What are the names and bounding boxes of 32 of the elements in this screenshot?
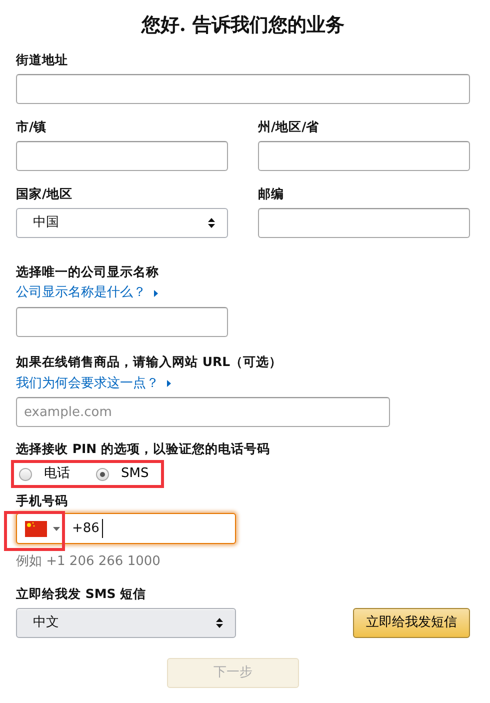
field-label: 国家/地区 <box>16 186 73 202</box>
caret-icon[interactable] <box>53 526 60 530</box>
phone-input[interactable]: +86 <box>16 513 236 544</box>
up-down-icon <box>216 618 223 628</box>
street-input[interactable] <box>16 74 470 104</box>
radio-option[interactable]: SMS <box>96 464 149 484</box>
field-label: 如果在线销售商品，请输入网站 URL（可选） <box>16 354 282 370</box>
country-select[interactable]: 中国 <box>16 208 228 238</box>
region-input[interactable] <box>258 141 470 171</box>
hint-text: 例如 +1 206 266 1000 <box>16 553 160 571</box>
postal-input[interactable] <box>258 208 470 238</box>
language-select[interactable]: 中文 <box>16 608 236 638</box>
field-label: 州/地区/省 <box>258 119 320 135</box>
help-link[interactable]: 公司显示名称是什么？ <box>16 284 158 302</box>
field-label: 手机号码 <box>16 493 68 509</box>
radio-option[interactable]: 电话 <box>19 464 70 484</box>
arrow-icon <box>167 380 171 387</box>
send-sms-button[interactable]: 立即给我发短信 <box>353 608 470 638</box>
help-link[interactable]: 我们为何会要求这一点？ <box>16 374 171 392</box>
display-name-input[interactable] <box>16 306 228 336</box>
field-label: 街道地址 <box>16 52 68 68</box>
field-label: 立即给我发 SMS 短信 <box>16 586 146 602</box>
field-label: 选择唯一的公司显示名称 <box>16 264 159 280</box>
website-input[interactable]: example.com <box>16 397 390 427</box>
flag-icon <box>25 520 47 536</box>
arrow-icon <box>154 290 158 296</box>
up-down-icon <box>208 218 215 228</box>
field-label: 市/镇 <box>16 119 47 135</box>
field-label: 邮编 <box>258 186 284 202</box>
page-title: 您好. 告诉我们您的业务 <box>140 13 346 38</box>
city-input[interactable] <box>16 141 228 171</box>
field-label: 选择接收 PIN 的选项，以验证您的电话号码 <box>16 441 270 457</box>
